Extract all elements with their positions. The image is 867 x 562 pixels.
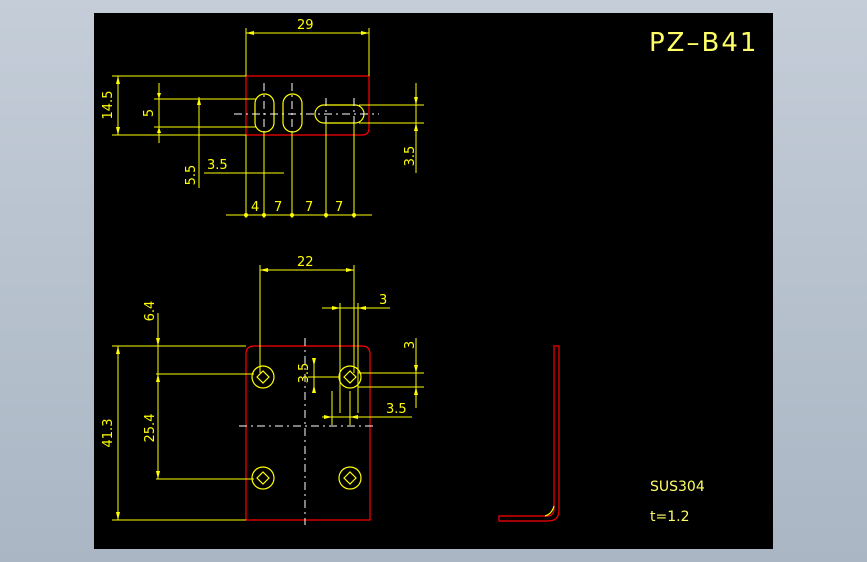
dim-41-3: 41.3 [101,419,116,448]
hole-bottom-left [251,466,275,490]
drawing-canvas: PZ–B41 29 14.5 5 5.5 3.5 3.5 4 7 7 7 22 … [101,18,758,525]
dim-3-5-horizontal: 3.5 [207,158,228,173]
slot-3 [314,104,365,124]
dim-front-width: 22 [297,255,314,270]
dim-chain-c: 7 [305,200,313,215]
hole-top-left [251,365,275,389]
side-view-profile [498,345,560,522]
dim-top-width: 29 [297,18,314,33]
material-note: SUS304 [650,479,705,495]
dim-chain-b: 7 [274,200,282,215]
dim-front-3-5-inner: 3.5 [297,363,312,384]
dim-6-4: 6.4 [143,301,158,322]
hole-bottom-right [338,466,362,490]
dim-front-3-right: 3 [403,341,418,349]
dim-5-5: 5.5 [184,165,199,186]
dim-chain-d: 7 [335,200,343,215]
thickness-note: t=1.2 [650,509,689,525]
front-view: 22 3 6.4 25.4 41.3 3.5 3 3.5 [101,255,424,525]
dim-top-height: 14.5 [101,91,116,120]
dim-front-3-5-right: 3.5 [386,402,407,417]
cad-drawing-viewport[interactable]: PZ–B41 29 14.5 5 5.5 3.5 3.5 4 7 7 7 22 … [94,13,773,549]
dim-25-4: 25.4 [143,414,158,443]
dim-chain-a: 4 [251,200,259,215]
dim-3-5-vertical: 3.5 [403,146,418,167]
top-view: 29 14.5 5 5.5 3.5 3.5 4 7 7 7 [101,18,424,218]
dim-slot-width: 5 [142,109,157,117]
drawing-title: PZ–B41 [649,28,758,58]
dim-front-3-top: 3 [379,293,387,308]
side-view [498,345,560,522]
